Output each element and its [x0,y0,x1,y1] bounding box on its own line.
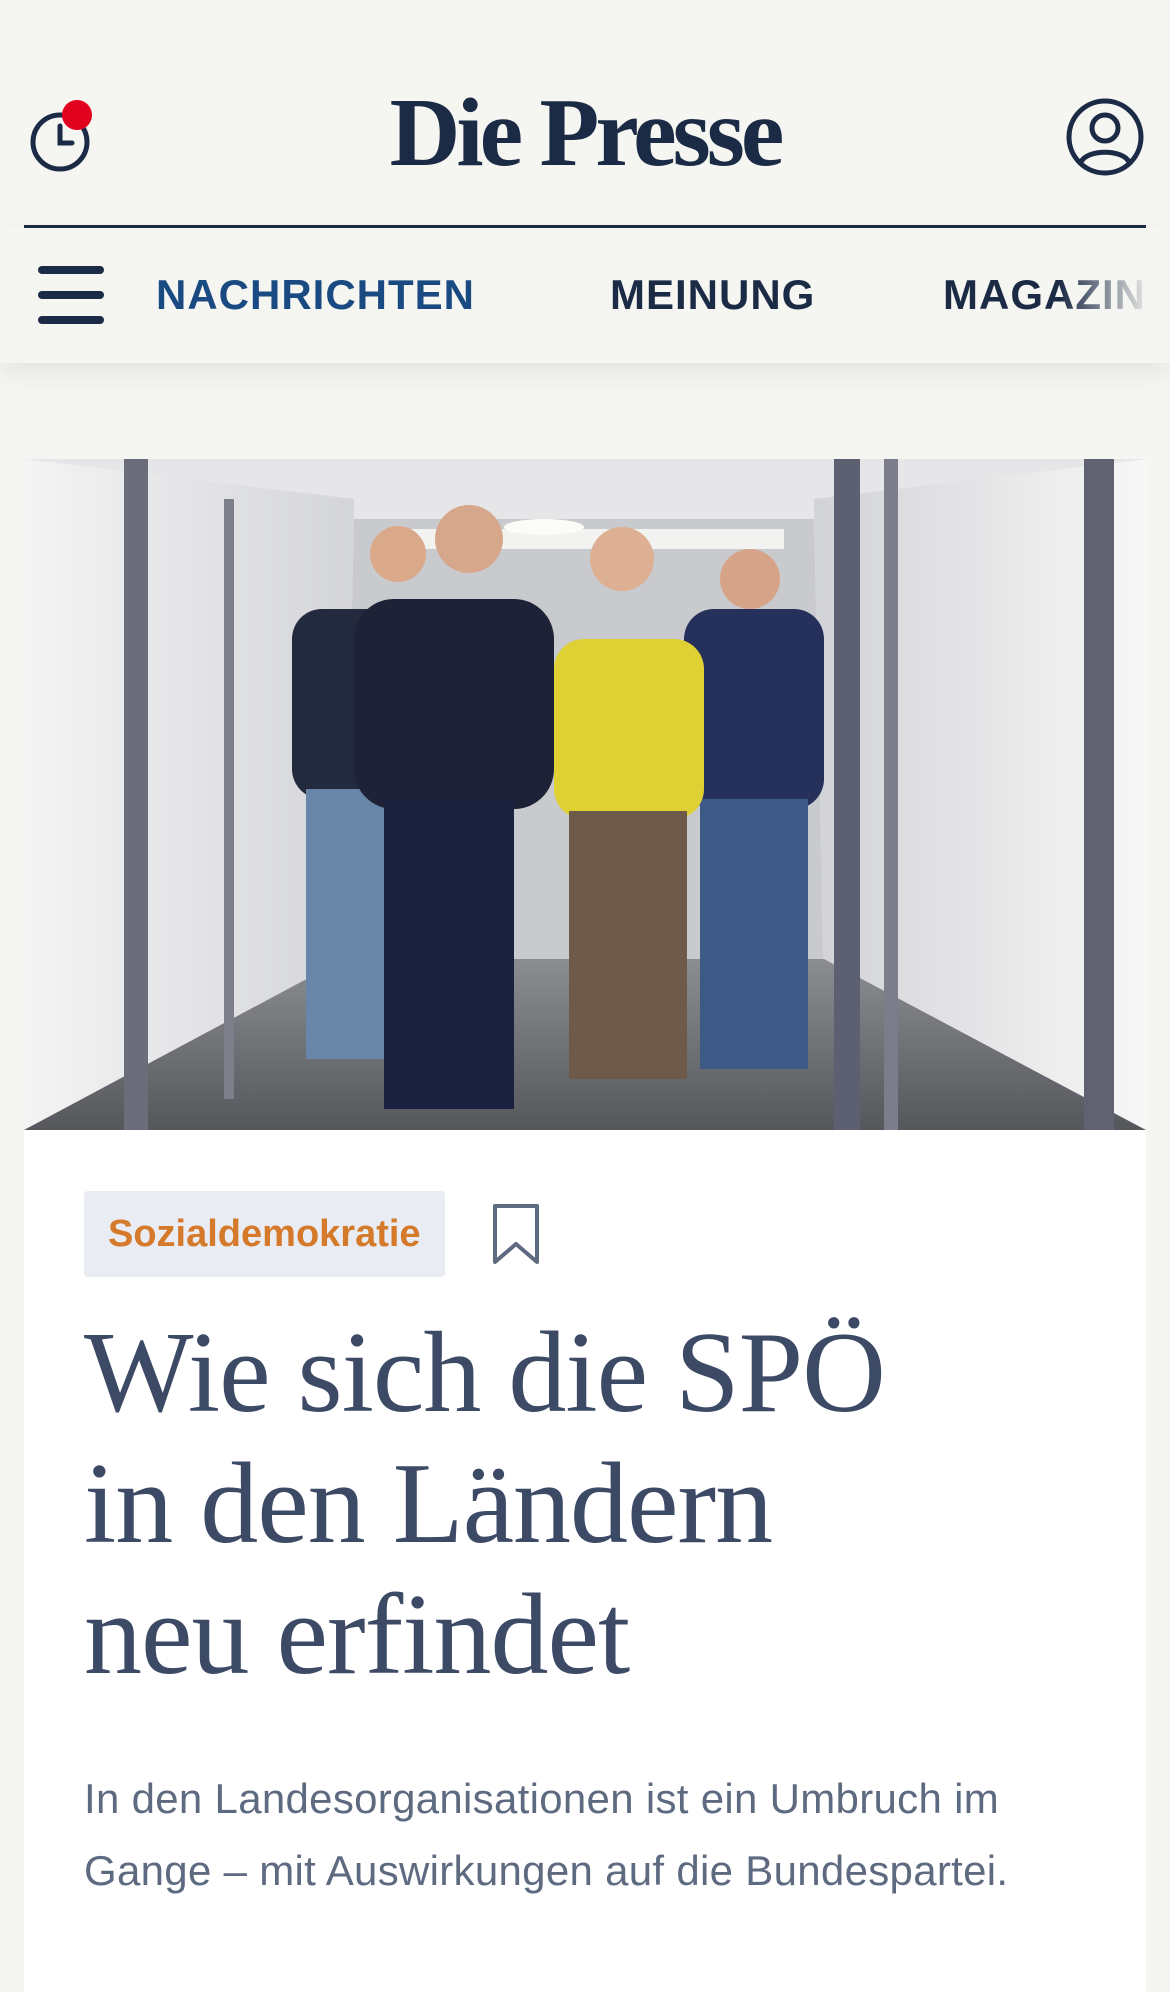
main-navigation: NACHRICHTEN MEINUNG MAGAZIN [0,228,1170,363]
article-photo-illustration [24,459,1146,1130]
bookmark-button[interactable] [490,1202,542,1266]
headline-line: in den Ländern [84,1440,773,1568]
article-card[interactable]: Sozialdemokratie Wie sich die SPÖ in den… [24,1130,1146,1992]
hamburger-menu-icon[interactable] [38,266,106,324]
user-account-icon [1066,98,1144,176]
article-lead: In den Landesorganisationen ist ein Umbr… [84,1775,1009,1894]
nav-item-magazin[interactable]: MAGAZIN [943,271,1146,318]
account-button[interactable] [1065,97,1145,177]
headline-line: neu erfindet [84,1571,630,1699]
page: Die Presse NACHRICHTEN MEINUNG MAGAZIN S… [0,0,1170,1992]
nav-item-nachrichten[interactable]: NACHRICHTEN [156,271,475,318]
person-4 [684,549,824,1069]
category-tag[interactable]: Sozialdemokratie [84,1191,445,1277]
article-headline[interactable]: Wie sich die SPÖ in den Ländern neu erfi… [84,1308,984,1701]
article-photo[interactable] [24,459,1146,1130]
top-header: Die Presse [0,0,1170,228]
headline-line: Wie sich die SPÖ [84,1309,886,1437]
nav-item-meinung[interactable]: MEINUNG [610,271,815,318]
bookmark-icon [493,1204,539,1264]
site-logo[interactable]: Die Presse [0,84,1170,182]
